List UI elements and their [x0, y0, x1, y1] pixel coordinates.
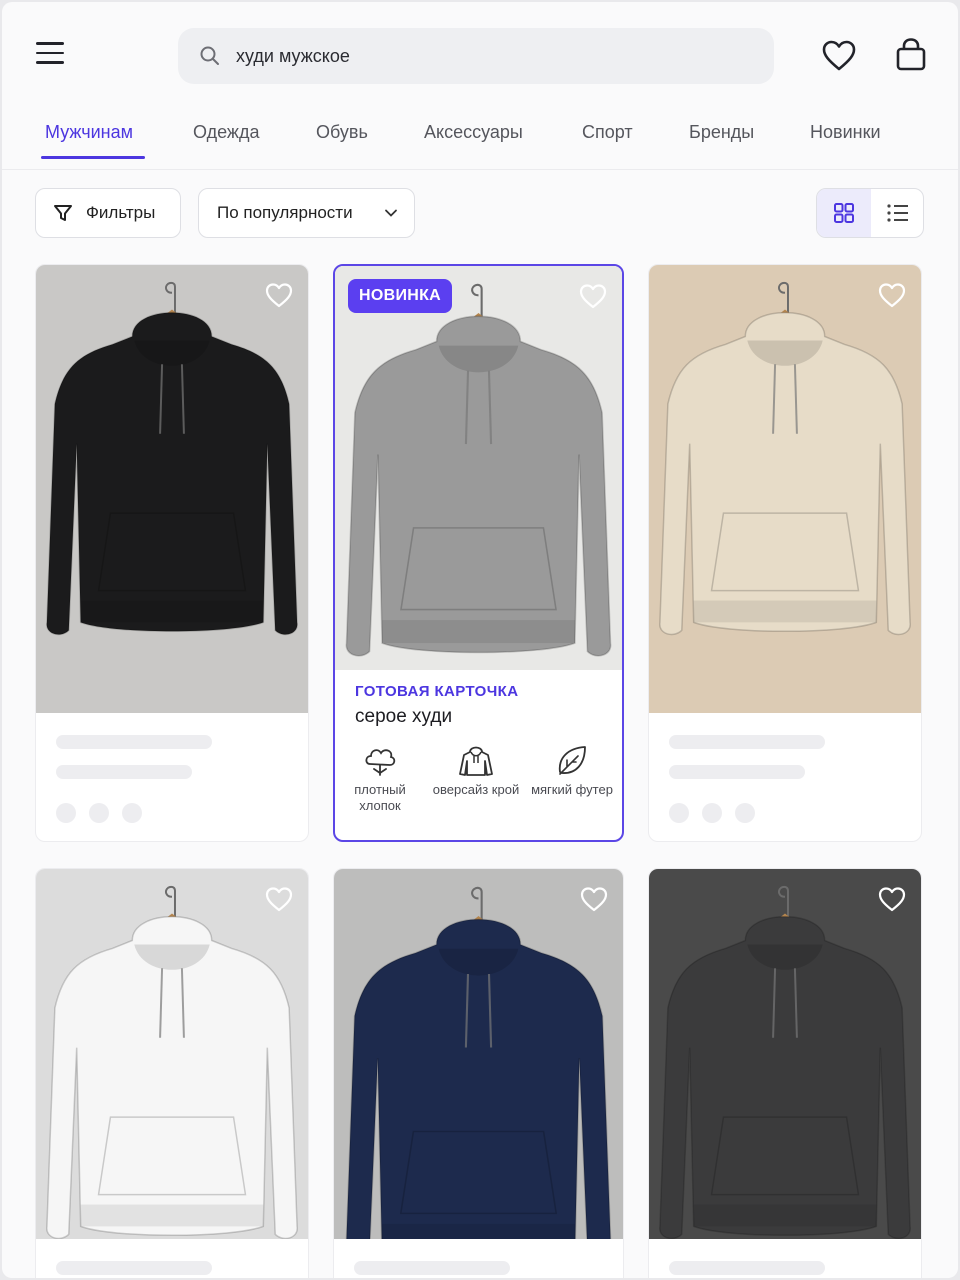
list-icon — [887, 204, 908, 222]
search-input[interactable]: худи мужское — [236, 46, 350, 67]
filters-label: Фильтры — [86, 203, 156, 222]
view-toggle — [816, 188, 924, 238]
product-card-highlighted[interactable]: НОВИНКА ГОТОВАЯ КАРТОЧКА серое худи плотный… — [333, 264, 624, 842]
hoodie-image — [659, 281, 911, 636]
favorite-heart-icon[interactable] — [877, 281, 907, 309]
color-swatch-placeholder — [735, 803, 755, 823]
hoodie-icon — [431, 744, 521, 778]
sort-dropdown[interactable]: По популярности — [198, 188, 415, 238]
filters-button[interactable]: Фильтры — [35, 188, 181, 238]
leaf-icon — [527, 744, 617, 778]
sort-label: По популярности — [217, 203, 353, 222]
product-photo[interactable] — [335, 266, 622, 670]
text-placeholder — [354, 1261, 510, 1275]
feature-label: плотный хлопок — [354, 782, 406, 813]
text-placeholder — [56, 765, 192, 779]
shopping-bag-icon[interactable] — [892, 36, 930, 74]
product-card[interactable] — [333, 868, 624, 1278]
grid-view-button[interactable] — [817, 189, 871, 237]
feature-label: оверсайз крой — [432, 782, 520, 797]
product-card[interactable] — [648, 264, 922, 842]
color-swatch-placeholder — [669, 803, 689, 823]
search-bar[interactable]: худи мужское — [178, 28, 774, 84]
app-window: худи мужское Мужчинам Одежда Обувь Аксес… — [2, 2, 958, 1278]
feature-item: оверсайз крой — [431, 744, 521, 798]
feature-item: мягкий футер — [527, 744, 617, 798]
favorite-heart-icon[interactable] — [578, 282, 608, 310]
category-tabs: Мужчинам Одежда Обувь Аксессуары Спорт Б… — [2, 108, 958, 170]
color-swatch-placeholder — [702, 803, 722, 823]
text-placeholder — [669, 1261, 825, 1275]
text-placeholder — [56, 1261, 212, 1275]
new-badge: НОВИНКА — [348, 279, 453, 313]
card-kicker: ГОТОВАЯ КАРТОЧКА — [355, 683, 519, 700]
active-tab-indicator — [41, 156, 145, 159]
tab-accessories[interactable]: Аксессуары — [424, 122, 523, 143]
product-photo[interactable] — [36, 265, 308, 713]
tab-sport[interactable]: Спорт — [582, 122, 633, 143]
favorite-heart-icon[interactable] — [579, 885, 609, 913]
hoodie-image — [345, 283, 612, 657]
tab-brands[interactable]: Бренды — [689, 122, 754, 143]
hoodie-image — [345, 886, 612, 1239]
hoodie-image — [46, 885, 298, 1239]
feature-item: плотный хлопок — [335, 744, 425, 814]
color-swatch-placeholder — [122, 803, 142, 823]
cotton-icon — [335, 744, 425, 778]
list-view-button[interactable] — [871, 189, 923, 237]
product-card[interactable] — [35, 264, 309, 842]
product-photo[interactable] — [649, 869, 921, 1239]
text-placeholder — [669, 735, 825, 749]
tab-shoes[interactable]: Обувь — [316, 122, 368, 143]
feature-label: мягкий футер — [531, 782, 613, 797]
hoodie-image — [46, 281, 298, 636]
favorite-heart-icon[interactable] — [264, 281, 294, 309]
product-card[interactable] — [648, 868, 922, 1278]
hoodie-image — [659, 885, 911, 1239]
grid-icon — [834, 203, 854, 223]
filter-icon — [54, 205, 72, 221]
color-swatch-placeholder — [89, 803, 109, 823]
product-photo[interactable] — [649, 265, 921, 713]
tab-clothing[interactable]: Одежда — [193, 122, 259, 143]
text-placeholder — [56, 735, 212, 749]
color-swatch-placeholder — [56, 803, 76, 823]
favorite-heart-icon[interactable] — [877, 885, 907, 913]
menu-icon[interactable] — [36, 42, 68, 70]
heart-icon[interactable] — [820, 38, 858, 74]
product-title: серое худи — [355, 706, 453, 727]
favorite-heart-icon[interactable] — [264, 885, 294, 913]
tab-new[interactable]: Новинки — [810, 122, 881, 143]
chevron-down-icon — [385, 209, 397, 217]
product-card[interactable] — [35, 868, 309, 1278]
tab-men[interactable]: Мужчинам — [45, 122, 133, 143]
text-placeholder — [669, 765, 805, 779]
search-icon — [200, 46, 219, 65]
product-photo[interactable] — [36, 869, 308, 1239]
product-photo[interactable] — [334, 869, 623, 1239]
